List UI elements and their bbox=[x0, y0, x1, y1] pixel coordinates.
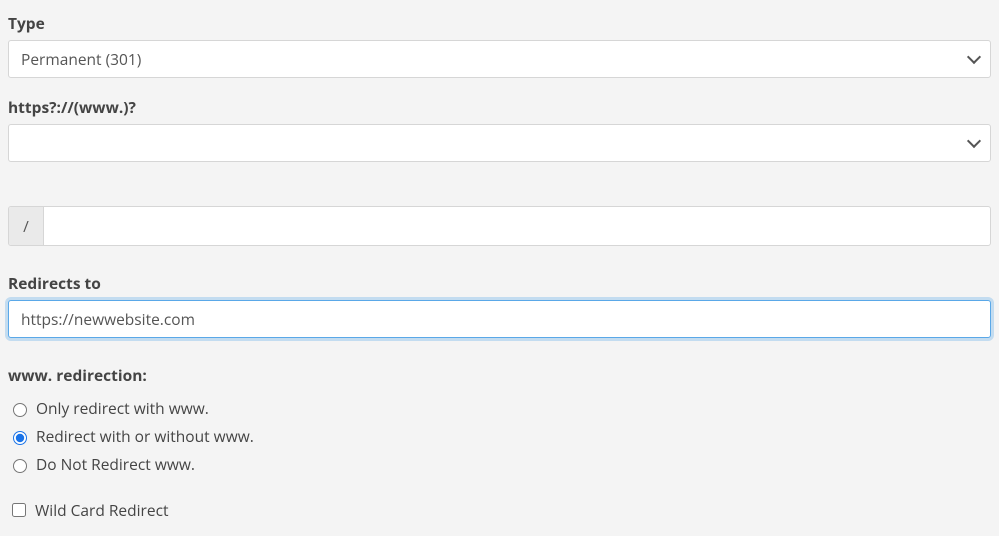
radio-input[interactable] bbox=[13, 459, 27, 473]
radio-option-label: Only redirect with www. bbox=[36, 397, 209, 419]
www-redirection-label: www. redirection: bbox=[8, 364, 991, 386]
domain-label: https?://(www.)? bbox=[8, 96, 991, 118]
checkbox-label: Wild Card Redirect bbox=[35, 499, 169, 521]
radio-input[interactable] bbox=[13, 403, 27, 417]
radio-option-label: Redirect with or without www. bbox=[36, 425, 254, 447]
radio-option-label: Do Not Redirect www. bbox=[36, 453, 195, 475]
www-option-do-not-redirect[interactable]: Do Not Redirect www. bbox=[8, 450, 991, 478]
www-option-with-or-without[interactable]: Redirect with or without www. bbox=[8, 422, 991, 450]
path-prefix: / bbox=[9, 207, 44, 245]
chevron-down-icon bbox=[968, 53, 980, 65]
radio-input[interactable] bbox=[13, 431, 27, 445]
checkbox-input[interactable] bbox=[12, 503, 26, 517]
type-select[interactable]: Permanent (301) bbox=[8, 40, 991, 78]
path-row: / bbox=[8, 206, 991, 246]
www-option-only-with-www[interactable]: Only redirect with www. bbox=[8, 394, 991, 422]
type-select-value: Permanent (301) bbox=[21, 48, 141, 70]
type-label: Type bbox=[8, 12, 991, 34]
wildcard-redirect[interactable]: Wild Card Redirect bbox=[8, 496, 991, 524]
chevron-down-icon bbox=[968, 137, 980, 149]
path-input[interactable] bbox=[44, 207, 990, 245]
redirects-to-input[interactable] bbox=[8, 300, 991, 338]
redirects-to-label: Redirects to bbox=[8, 272, 991, 294]
domain-select[interactable] bbox=[8, 124, 991, 162]
